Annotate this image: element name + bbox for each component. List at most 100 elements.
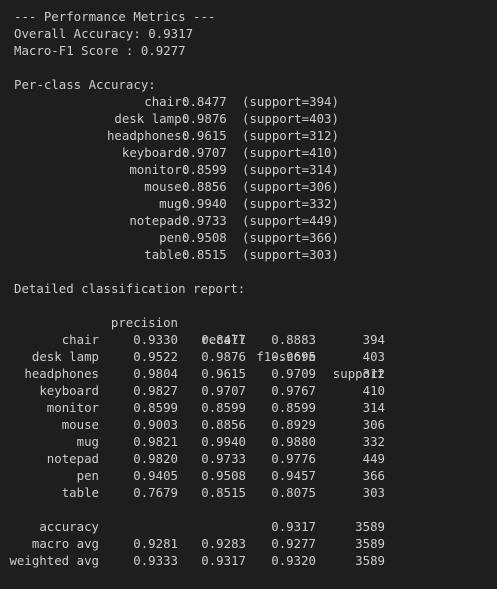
row-precision: 0.9827	[133, 383, 178, 398]
summary-row: weighted avg 0.9333 0.9317 0.9320 3589	[9, 552, 489, 569]
per-class-row: headphones: 0.9615 (support=312)	[14, 127, 489, 144]
report-row: mouse 0.9003 0.8856 0.8929 306	[14, 416, 489, 433]
row-label: accuracy	[39, 519, 99, 534]
row-recall: 0.8515	[201, 485, 246, 500]
row-label: monitor	[46, 400, 99, 415]
row-label: mug	[76, 434, 99, 449]
per-class-accuracy: 0.9733	[182, 213, 227, 228]
row-label: macro avg	[31, 536, 99, 551]
row-f1-score: 0.8599	[271, 400, 316, 415]
report-header-row: precision recall f1-score support	[14, 297, 489, 381]
row-label: desk lamp	[31, 349, 99, 364]
row-f1-score: 0.9695	[271, 349, 316, 364]
report-rows: chair 0.9330 0.8477 0.8883 394 desk lamp 0.952…	[14, 331, 489, 501]
row-precision: 0.9522	[133, 349, 178, 364]
row-label: notepad	[46, 451, 99, 466]
row-f1-score: 0.9709	[271, 366, 316, 381]
row-support: 3589	[355, 553, 385, 568]
metrics-header: --- Performance Metrics ---	[14, 9, 216, 24]
per-class-row: keyboard: 0.9707 (support=410)	[14, 144, 489, 161]
report-row: table 0.7679 0.8515 0.8075 303	[14, 484, 489, 501]
row-recall: 0.8856	[201, 417, 246, 432]
row-recall: 0.9615	[201, 366, 246, 381]
per-class-name: notepad:	[129, 213, 189, 228]
report-row: desk lamp 0.9522 0.9876 0.9695 403	[14, 348, 489, 365]
row-support: 312	[362, 366, 385, 381]
per-class-name: keyboard:	[121, 145, 189, 160]
summary-rows: accuracy 0.9317 3589 macro avg 0.9281 0.9283 0…	[9, 518, 489, 569]
row-precision: 0.7679	[133, 485, 178, 500]
per-class-accuracy: 0.8856	[182, 179, 227, 194]
row-support: 314	[362, 400, 385, 415]
row-precision: 0.9281	[133, 536, 178, 551]
per-class-name: monitor:	[129, 162, 189, 177]
per-class-name: desk lamp:	[114, 111, 189, 126]
row-support: 303	[362, 485, 385, 500]
report-row: keyboard 0.9827 0.9707 0.9767 410	[14, 382, 489, 399]
row-recall: 0.9940	[201, 434, 246, 449]
summary-row: macro avg 0.9281 0.9283 0.9277 3589	[14, 535, 489, 552]
report-row: notepad 0.9820 0.9733 0.9776 449	[14, 450, 489, 467]
row-support: 3589	[355, 536, 385, 551]
row-recall: 0.9733	[201, 451, 246, 466]
report-row: headphones 0.9804 0.9615 0.9709 312	[14, 365, 489, 382]
row-recall: 0.9707	[201, 383, 246, 398]
row-precision: 0.9003	[133, 417, 178, 432]
report-title: Detailed classification report:	[14, 281, 246, 296]
report-row: pen 0.9405 0.9508 0.9457 366	[14, 467, 489, 484]
row-label: pen	[76, 468, 99, 483]
row-f1-score: 0.9320	[271, 553, 316, 568]
per-class-support: (support=366)	[242, 230, 339, 245]
per-class-row: mug: 0.9940 (support=332)	[14, 195, 489, 212]
row-f1-score: 0.8883	[271, 332, 316, 347]
per-class-support: (support=332)	[242, 196, 339, 211]
per-class-accuracy: 0.9940	[182, 196, 227, 211]
row-support: 366	[362, 468, 385, 483]
row-f1-score: 0.9277	[271, 536, 316, 551]
row-support: 394	[362, 332, 385, 347]
row-label: keyboard	[39, 383, 99, 398]
row-support: 410	[362, 383, 385, 398]
row-f1-score: 0.8929	[271, 417, 316, 432]
per-class-row: desk lamp: 0.9876 (support=403)	[14, 110, 489, 127]
row-f1-score: 0.9776	[271, 451, 316, 466]
row-support: 449	[362, 451, 385, 466]
per-class-row: notepad: 0.9733 (support=449)	[14, 212, 489, 229]
report-row: chair 0.9330 0.8477 0.8883 394	[14, 331, 489, 348]
terminal-output: --- Performance Metrics --- Overall Accu…	[9, 8, 489, 569]
row-support: 306	[362, 417, 385, 432]
row-support: 3589	[355, 519, 385, 534]
macro-f1-score: Macro-F1 Score : 0.9277	[14, 43, 186, 58]
per-class-accuracy: 0.9876	[182, 111, 227, 126]
overall-accuracy: Overall Accuracy: 0.9317	[14, 26, 194, 41]
row-recall: 0.9876	[201, 349, 246, 364]
per-class-support: (support=314)	[242, 162, 339, 177]
per-class-row: monitor: 0.8599 (support=314)	[14, 161, 489, 178]
per-class-accuracy: 0.8477	[182, 94, 227, 109]
per-class-support: (support=394)	[242, 94, 339, 109]
row-precision: 0.9405	[133, 468, 178, 483]
per-class-accuracy: 0.9508	[182, 230, 227, 245]
per-class-support: (support=410)	[242, 145, 339, 160]
row-precision: 0.9820	[133, 451, 178, 466]
per-class-accuracy: 0.9707	[182, 145, 227, 160]
per-class-support: (support=403)	[242, 111, 339, 126]
row-precision: 0.9821	[133, 434, 178, 449]
per-class-title: Per-class Accuracy:	[14, 77, 156, 92]
row-f1-score: 0.9880	[271, 434, 316, 449]
row-recall: 0.8477	[201, 332, 246, 347]
per-class-name: headphones:	[106, 128, 189, 143]
per-class-support: (support=306)	[242, 179, 339, 194]
row-f1-score: 0.9317	[271, 519, 316, 534]
header-precision: precision	[110, 315, 178, 330]
row-recall: 0.9508	[201, 468, 246, 483]
row-label: table	[61, 485, 99, 500]
per-class-row: chair: 0.8477 (support=394)	[14, 93, 489, 110]
row-label: mouse	[61, 417, 99, 432]
row-label: chair	[61, 332, 99, 347]
per-class-support: (support=303)	[242, 247, 339, 262]
report-row: mug 0.9821 0.9940 0.9880 332	[14, 433, 489, 450]
per-class-accuracy: 0.9615	[182, 128, 227, 143]
